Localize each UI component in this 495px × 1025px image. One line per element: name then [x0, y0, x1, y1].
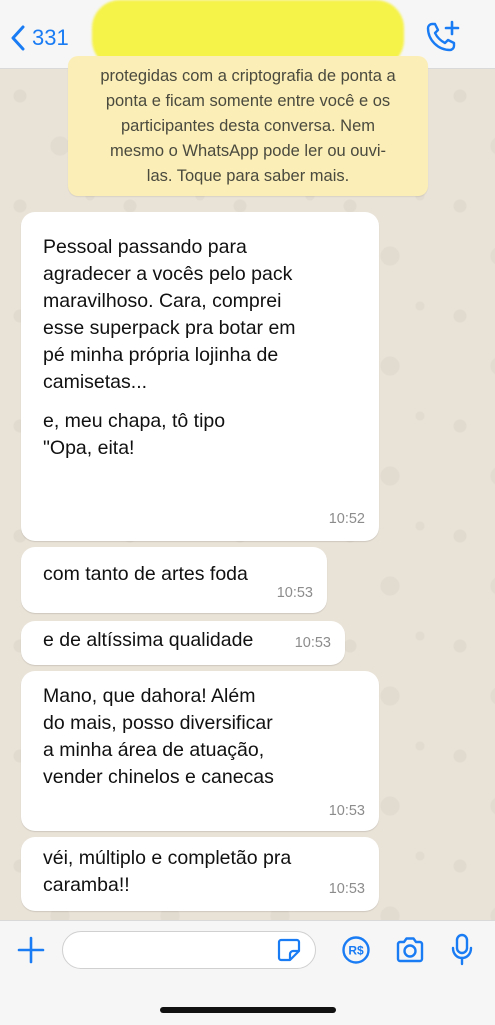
message-text-line: Pessoal passando para [43, 236, 247, 258]
message-text-line: esse superpack pra botar em [43, 317, 296, 339]
back-button[interactable]: 331 [10, 20, 69, 56]
message-text-line: pé minha própria lojinha de [43, 344, 279, 366]
message-time: 10:53 [328, 803, 365, 819]
message-text-line: a minha área de atuação, [43, 739, 265, 761]
attach-button[interactable] [16, 935, 46, 965]
sticker-button[interactable] [276, 937, 302, 963]
plus-icon [17, 936, 45, 964]
input-bar: R$ [0, 920, 495, 1025]
message-text-line: e, meu chapa, tô tipo [43, 410, 226, 432]
sticker-icon [277, 938, 301, 962]
camera-button[interactable] [394, 935, 426, 965]
message-bubble[interactable]: com tanto de artes foda 10:53 [21, 547, 327, 613]
chevron-left-icon [11, 25, 25, 51]
notice-line: participantes desta conversa. Nem [120, 117, 376, 135]
message-time: 10:52 [328, 511, 365, 527]
message-text-line: vender chinelos e canecas [43, 766, 274, 788]
message-time: 10:53 [294, 635, 331, 651]
phone-add-icon [426, 20, 460, 52]
payment-button[interactable]: R$ [341, 935, 371, 965]
camera-icon [396, 937, 424, 963]
voice-message-button[interactable] [450, 933, 474, 967]
notice-line: protegidas com a criptografia de ponta a [100, 67, 396, 85]
notice-line: mesmo o WhatsApp pode ler ou ouvi- [109, 142, 387, 160]
message-text-line: do mais, posso diversificar [43, 712, 273, 734]
message-time: 10:53 [328, 881, 365, 897]
notice-line: ponta e ficam somente entre você e os [105, 92, 391, 110]
message-text-line: Mano, que dahora! Além [43, 685, 256, 707]
message-text-line: maravilhoso. Cara, comprei [43, 290, 282, 312]
encryption-notice[interactable]: protegidas com a criptografia de ponta a… [68, 56, 428, 196]
message-text-line: camisetas... [43, 371, 148, 393]
home-indicator [160, 1007, 336, 1013]
message-text-line: agradecer a vocês pelo pack [43, 263, 293, 285]
message-bubble[interactable]: véi, múltiplo e completão pra caramba!! … [21, 837, 379, 911]
unread-count: 331 [32, 25, 69, 50]
microphone-icon [451, 933, 473, 966]
svg-text:R$: R$ [348, 944, 364, 958]
message-bubble[interactable]: Pessoal passando para agradecer a vocês … [21, 212, 379, 541]
pix-icon: R$ [342, 936, 370, 964]
message-time: 10:53 [276, 585, 313, 601]
add-call-button[interactable] [424, 18, 464, 56]
message-text-line: "Opa, eita! [43, 437, 135, 459]
message-text-line: véi, múltiplo e completão pra [43, 847, 292, 869]
message-bubble[interactable]: Mano, que dahora! Além do mais, posso di… [21, 671, 379, 831]
notice-line: las. Toque para saber mais. [146, 167, 350, 185]
message-bubble[interactable]: e de altíssima qualidade 10:53 [21, 621, 345, 665]
